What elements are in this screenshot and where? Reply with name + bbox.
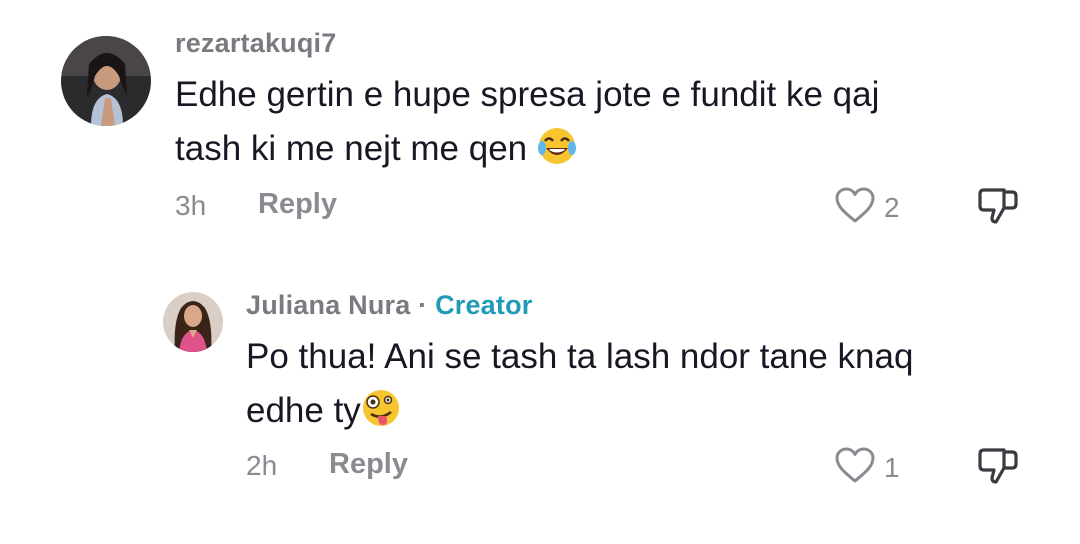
thumbs-down-icon [976, 448, 1020, 492]
dislike-button[interactable] [976, 444, 1020, 493]
comment-text-fragment: tash ki me nejt me qen [175, 129, 528, 168]
laughing-tears-emoji-icon [537, 126, 577, 182]
comment-timestamp: 3h [175, 190, 207, 221]
comment-username[interactable]: rezartakuqi7 [175, 28, 336, 59]
comment-text-line: edhe ty [246, 384, 913, 444]
avatar-image [163, 292, 223, 352]
reply-button[interactable]: Reply [329, 448, 408, 481]
zany-face-emoji-icon [361, 388, 401, 444]
comment-username[interactable]: Juliana Nura [246, 290, 410, 320]
like-count: 1 [884, 451, 900, 483]
like-button[interactable]: 1 [834, 446, 900, 489]
creator-badge: Creator [435, 290, 533, 320]
comment-text-line: Edhe gertin e hupe spresa jote e fundit … [175, 75, 880, 114]
comment-text: Edhe gertin e hupe spresa jote e fundit … [175, 68, 879, 182]
reply-button[interactable]: Reply [258, 188, 337, 221]
separator-dot: · [418, 290, 428, 320]
avatar-image [61, 36, 151, 126]
comment-text-line: tash ki me nejt me qen [175, 122, 879, 182]
dislike-button[interactable] [976, 184, 1020, 233]
like-button[interactable]: 2 [834, 186, 900, 229]
heart-icon [834, 446, 876, 489]
heart-icon [834, 186, 876, 229]
comment-username-row: Juliana Nura · Creator [246, 290, 533, 321]
like-count: 2 [884, 191, 900, 223]
comment-reply-item: Juliana Nura · Creator Po thua! Ani se t… [0, 270, 1080, 530]
comment-text-fragment: edhe ty [246, 391, 361, 430]
thumbs-down-icon [976, 188, 1020, 232]
avatar[interactable] [163, 292, 223, 352]
comment-timestamp: 2h [246, 450, 278, 481]
comment-text-line: Po thua! Ani se tash ta lash ndor tane k… [246, 337, 914, 376]
comment-text: Po thua! Ani se tash ta lash ndor tane k… [246, 330, 913, 444]
avatar[interactable] [61, 36, 151, 126]
comment-item: rezartakuqi7 Edhe gertin e hupe spresa j… [0, 0, 1080, 250]
